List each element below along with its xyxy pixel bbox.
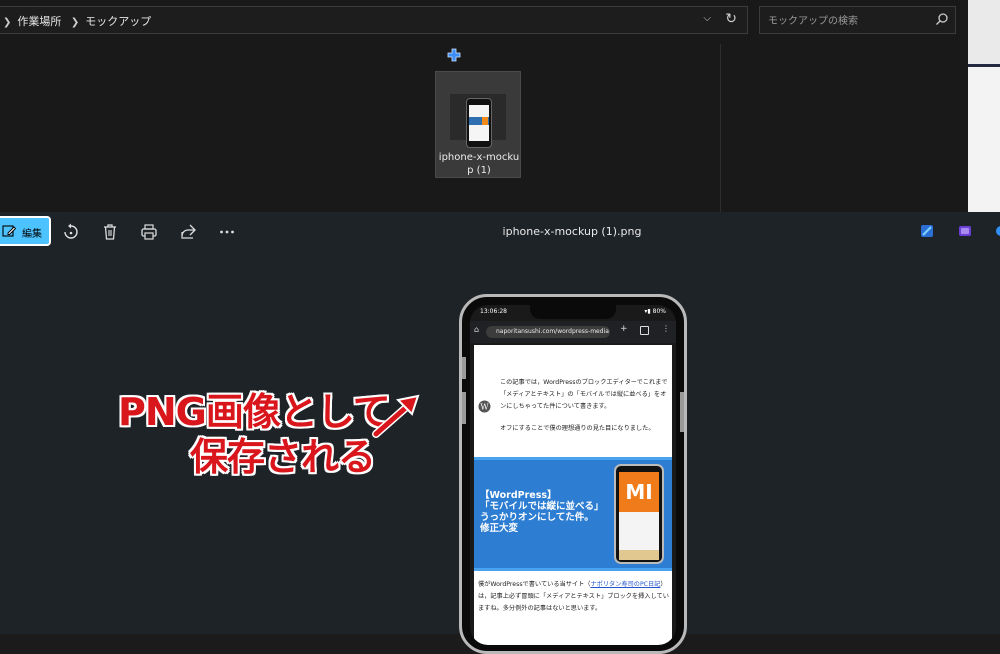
annotation-line-2: 保存される: [190, 435, 376, 479]
refresh-icon[interactable]: ↻: [725, 11, 737, 27]
banner-text: 【WordPress】 「モバイルでは縦に並べる」 うっかりオンにしてた件。 修…: [480, 490, 604, 534]
phone-button: [462, 392, 466, 424]
chevron-down-icon[interactable]: ⌵: [703, 13, 711, 24]
file-explorer-window: ❯ 作業場所 ❯ モックアップ ⌵ ↻ iphone-x-mockup (1): [0, 0, 1000, 212]
background-window-edge: [968, 0, 1000, 212]
breadcrumb-item-mockup[interactable]: モックアップ: [85, 15, 151, 28]
phone-mockup: 13:06:28 ▾▮ 80% ⌂ naporitansushi.com/wor…: [459, 294, 687, 654]
web-page: W この記事では，WordPressのブロックエディターでこれまで「メディアとテ…: [474, 345, 672, 645]
phone-button: [462, 357, 466, 379]
image-filename-title: iphone-x-mockup (1).png: [502, 225, 642, 238]
article-intro: この記事では，WordPressのブロックエディターでこれまで「メディアとテキス…: [500, 379, 668, 410]
article-banner: 【WordPress】 「モバイルでは縦に並べる」 うっかりオンにしてた件。 修…: [474, 457, 672, 571]
svg-text:W: W: [480, 403, 489, 412]
app-icon-partial[interactable]: [994, 224, 1000, 238]
search-input[interactable]: [766, 12, 930, 30]
home-icon: ⌂: [474, 325, 480, 334]
browser-url: naporitansushi.com/wordpress-media: [486, 326, 610, 338]
phone-button: [680, 392, 684, 432]
status-battery: ▾▮ 80%: [644, 308, 666, 315]
breadcrumb: ❯ 作業場所 ❯ モックアップ: [0, 13, 151, 29]
pane-divider: [720, 44, 721, 212]
phone-screen: 13:06:28 ▾▮ 80% ⌂ naporitansushi.com/wor…: [470, 305, 676, 645]
new-tab-icon: +: [620, 324, 628, 334]
photos-viewer: 編集 iphone-x-mockup (1).png PNG画像として 保存され…: [0, 212, 1000, 654]
file-name: iphone-x-mocku p (1): [438, 152, 520, 176]
address-bar[interactable]: ❯ 作業場所 ❯ モックアップ ⌵ ↻: [0, 6, 748, 34]
menu-icon: ⋮: [662, 324, 670, 333]
search-box[interactable]: [759, 6, 956, 34]
file-thumbnail: [466, 98, 492, 148]
article-body: 僕がWordPressで書いている当サイト（ナポリタン寿司のPC日記）は，記事上…: [478, 581, 669, 612]
phone-notch: [530, 305, 616, 319]
add-icon[interactable]: [447, 48, 461, 62]
site-link[interactable]: ナポリタン寿司のPC日記: [590, 581, 660, 588]
arrow-icon: [372, 394, 420, 438]
designer-app-icon[interactable]: [920, 224, 934, 238]
mi-logo: MI: [619, 472, 659, 512]
article-intro-2: オフにすることで僕の理想通りの見た目になりました。: [500, 425, 655, 432]
chevron-right-icon: ❯: [70, 17, 80, 28]
search-icon[interactable]: [935, 12, 949, 26]
status-time: 13:06:28: [480, 308, 507, 315]
chevron-right-icon: ❯: [3, 17, 12, 28]
banner-phone-image: MI: [614, 464, 664, 564]
tabs-icon: [640, 326, 649, 335]
wordpress-icon: W: [478, 400, 491, 413]
breadcrumb-item-workplace[interactable]: 作業場所: [17, 15, 61, 28]
photos-toolbar: 編集 iphone-x-mockup (1).png: [0, 212, 1000, 252]
browser-bar: ⌂ naporitansushi.com/wordpress-media + ⋮: [470, 321, 676, 343]
clipchamp-app-icon[interactable]: [958, 224, 972, 238]
file-item[interactable]: iphone-x-mocku p (1): [435, 71, 521, 178]
